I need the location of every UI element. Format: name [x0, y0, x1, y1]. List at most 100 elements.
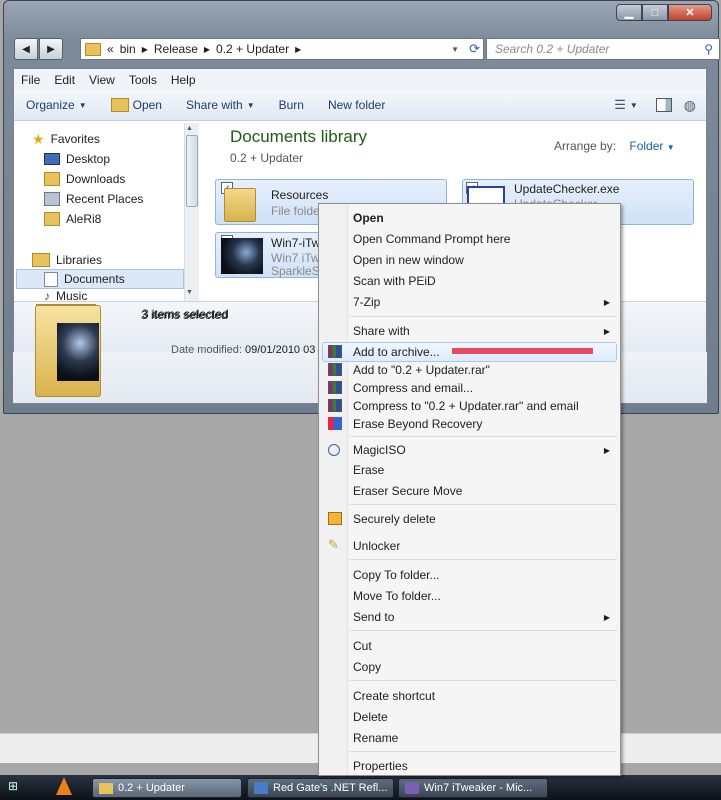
- open-folder-icon: [110, 98, 129, 112]
- red-annotation-bar: [452, 348, 593, 354]
- menu-item-copy-to-folder[interactable]: Copy To folder...: [353, 568, 440, 582]
- file-item-win7-itweaker[interactable]: ✓ Win7-iTw Win7 iTwe SparkleSof: [215, 232, 330, 278]
- menu-tools[interactable]: Tools: [122, 73, 164, 87]
- navigation-bar: ◀ ▶ « bin ▶ Release ▶ 0.2 + Updater ▶ ▼ …: [14, 38, 720, 62]
- view-options-button[interactable]: ☰ ▼: [602, 97, 650, 113]
- menu-item-send-to[interactable]: Send to: [353, 610, 394, 624]
- organize-button[interactable]: Organize ▼: [14, 98, 99, 112]
- share-with-label: Share with: [185, 98, 243, 112]
- sidebar-item-recent-places[interactable]: Recent Places: [44, 190, 143, 208]
- refresh-icon[interactable]: ⟳: [469, 41, 480, 57]
- file-type: File folder: [271, 204, 324, 218]
- taskbar-item-label: Win7 iTweaker - Mic...: [424, 782, 533, 794]
- unlocker-wand-icon: ✎: [328, 537, 339, 552]
- menu-item-erase[interactable]: Erase: [353, 463, 384, 477]
- arrange-dropdown[interactable]: Folder: [629, 139, 663, 153]
- menu-item-share-with[interactable]: Share with: [353, 324, 410, 338]
- menu-item-cut[interactable]: Cut: [353, 639, 372, 653]
- address-overflow[interactable]: «: [107, 42, 114, 56]
- chevron-down-icon[interactable]: ▼: [667, 143, 675, 152]
- menu-item-erase-beyond-recovery[interactable]: Erase Beyond Recovery: [353, 417, 482, 431]
- scroll-down-icon[interactable]: ▼: [186, 289, 193, 296]
- new-folder-button[interactable]: New folder: [316, 98, 397, 112]
- sidebar-item-downloads[interactable]: Downloads: [44, 170, 125, 188]
- menu-item-properties[interactable]: Properties: [353, 759, 408, 773]
- menu-item-unlocker[interactable]: Unlocker: [353, 539, 400, 553]
- date-modified: Date modified: 09/01/2010 03: [171, 344, 315, 356]
- menu-edit[interactable]: Edit: [47, 73, 82, 87]
- erase-beyond-icon: [328, 417, 342, 430]
- taskbar-item-reflector[interactable]: Red Gate's .NET Refl...: [247, 778, 394, 798]
- menu-item-open-command-prompt[interactable]: Open Command Prompt here: [353, 232, 510, 246]
- menu-item-magiciso[interactable]: MagicISO: [353, 443, 406, 457]
- back-button[interactable]: ◀: [14, 38, 38, 60]
- menu-item-add-to-rar[interactable]: Add to "0.2 + Updater.rar": [353, 363, 490, 377]
- taskbar-item-visual-studio[interactable]: Win7 iTweaker - Mic...: [398, 778, 548, 798]
- menu-item-compress-rar-email[interactable]: Compress to "0.2 + Updater.rar" and emai…: [353, 399, 579, 413]
- menu-item-eraser-secure-move[interactable]: Eraser Secure Move: [353, 484, 462, 498]
- menu-item-copy[interactable]: Copy: [353, 660, 381, 674]
- forward-button[interactable]: ▶: [39, 38, 63, 60]
- sidebar-item-label: AleRi8: [66, 212, 102, 226]
- menu-item-scan-peid[interactable]: Scan with PEiD: [353, 274, 436, 288]
- sidebar-item-desktop[interactable]: Desktop: [44, 150, 110, 168]
- folder-icon: [85, 42, 101, 56]
- user-folder-icon: [44, 212, 60, 226]
- help-icon: ◍: [683, 96, 696, 113]
- libraries-icon: [32, 253, 50, 267]
- menu-separator: [349, 630, 617, 631]
- search-input[interactable]: Search 0.2 + Updater ⚲: [486, 38, 720, 60]
- downloads-folder-icon: [44, 172, 60, 186]
- back-arrow-icon: ◀: [22, 43, 30, 55]
- new-folder-label: New folder: [327, 98, 386, 112]
- sidebar-scroll-thumb[interactable]: [186, 135, 198, 207]
- menu-item-add-to-archive[interactable]: Add to archive...: [353, 345, 440, 359]
- breadcrumb-release[interactable]: Release: [154, 42, 198, 56]
- open-button[interactable]: Open: [99, 98, 174, 112]
- address-bar[interactable]: « bin ▶ Release ▶ 0.2 + Updater ▶ ▼ ⟳: [80, 38, 484, 60]
- menu-item-7zip[interactable]: 7-Zip: [353, 295, 380, 309]
- close-button[interactable]: ✕: [668, 4, 712, 21]
- burn-button[interactable]: Burn: [267, 98, 316, 112]
- menu-separator: [349, 680, 617, 681]
- sidebar-item-documents[interactable]: Documents: [44, 270, 125, 288]
- menu-item-delete[interactable]: Delete: [353, 710, 388, 724]
- address-dropdown-icon[interactable]: ▼: [451, 45, 459, 54]
- search-icon[interactable]: ⚲: [704, 42, 713, 56]
- menu-item-securely-delete[interactable]: Securely delete: [353, 512, 436, 526]
- menu-file[interactable]: File: [14, 73, 47, 87]
- recent-places-icon: [44, 192, 60, 206]
- taskbar-item-explorer[interactable]: 0.2 + Updater: [92, 778, 242, 798]
- sidebar-item-favorites[interactable]: ★ Favorites: [32, 130, 100, 148]
- taskbar-item-label: Red Gate's .NET Refl...: [273, 782, 388, 794]
- preview-pane-button[interactable]: [650, 98, 678, 112]
- chevron-right-icon[interactable]: ▶: [142, 45, 148, 54]
- menu-item-compress-email[interactable]: Compress and email...: [353, 381, 473, 395]
- start-icon[interactable]: ⊞: [8, 779, 26, 796]
- file-name: Win7-iTw: [271, 236, 321, 250]
- chevron-down-icon: ▼: [246, 100, 255, 110]
- chevron-right-icon[interactable]: ▶: [204, 45, 210, 54]
- sidebar-item-libraries[interactable]: Libraries: [32, 251, 102, 269]
- sidebar-item-user[interactable]: AleRi8: [44, 210, 101, 228]
- open-label: Open: [132, 98, 162, 112]
- menu-item-rename[interactable]: Rename: [353, 731, 398, 745]
- help-button[interactable]: ◍: [678, 97, 706, 114]
- menu-view[interactable]: View: [82, 73, 122, 87]
- breadcrumb-bin[interactable]: bin: [120, 42, 136, 56]
- menu-help[interactable]: Help: [164, 73, 203, 87]
- menu-bar: File Edit View Tools Help: [14, 69, 706, 91]
- arrange-by: Arrange by: Folder ▼: [554, 139, 675, 153]
- menu-item-open[interactable]: Open: [353, 211, 384, 225]
- breadcrumb-current[interactable]: 0.2 + Updater: [216, 42, 289, 56]
- minimize-button[interactable]: ▁: [616, 4, 642, 21]
- menu-item-create-shortcut[interactable]: Create shortcut: [353, 689, 435, 703]
- maximize-button[interactable]: □: [642, 4, 668, 21]
- chevron-right-icon[interactable]: ▶: [295, 45, 301, 54]
- menu-item-open-new-window[interactable]: Open in new window: [353, 253, 464, 267]
- secure-delete-icon: [328, 512, 342, 525]
- share-with-button[interactable]: Share with ▼: [174, 98, 267, 112]
- vlc-icon[interactable]: [56, 777, 72, 795]
- menu-item-move-to-folder[interactable]: Move To folder...: [353, 589, 441, 603]
- scroll-up-icon[interactable]: ▲: [186, 125, 193, 132]
